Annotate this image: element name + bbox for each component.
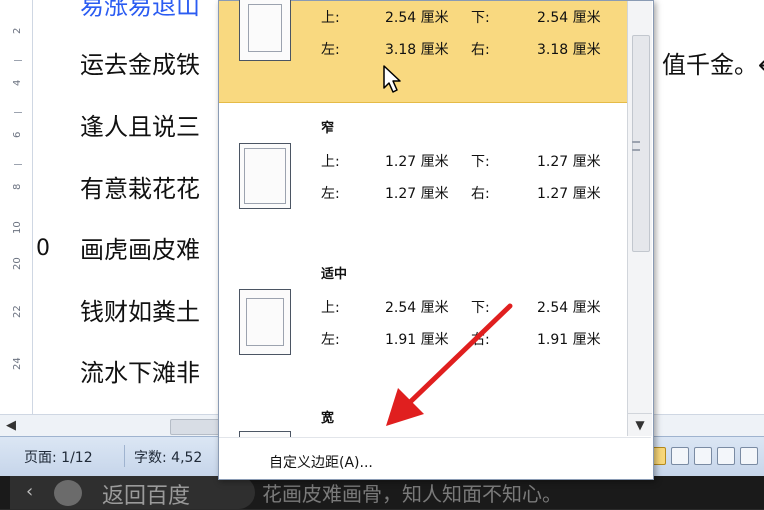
ruler-number: 4 bbox=[12, 79, 23, 86]
baidu-logo-icon bbox=[54, 480, 82, 506]
bottom-margin-value: 2.54 厘米 bbox=[537, 10, 601, 26]
custom-margins-menu-item[interactable]: 自定义边距(A)... bbox=[219, 437, 651, 478]
margin-preview-icon bbox=[239, 289, 291, 355]
status-divider bbox=[124, 445, 125, 467]
bottom-margin-value: 2.54 厘米 bbox=[537, 300, 601, 316]
ruler-number: 10 bbox=[12, 221, 23, 234]
margin-option-normal[interactable]: 上: 2.54 厘米 下: 2.54 厘米 左: 3.18 厘米 右: 3.18… bbox=[219, 0, 627, 103]
word-count[interactable]: 字数: 4,52 bbox=[134, 447, 202, 467]
document-line: 逢人且说三 bbox=[80, 113, 200, 141]
back-chevron-icon[interactable]: ‹ bbox=[26, 481, 33, 502]
top-margin-value: 1.27 厘米 bbox=[385, 154, 449, 170]
ruler-number: 8 bbox=[12, 183, 23, 190]
view-buttons bbox=[648, 447, 758, 465]
top-margin-label: 上: bbox=[321, 154, 340, 170]
mouse-cursor-icon bbox=[383, 65, 401, 93]
ruler-number: 22 bbox=[12, 305, 23, 318]
back-to-baidu-label[interactable]: 返回百度 bbox=[102, 478, 190, 510]
page-count[interactable]: 页面: 1/12 bbox=[24, 447, 93, 467]
left-margin-label: 左: bbox=[321, 332, 340, 348]
ruler-tick bbox=[14, 164, 22, 165]
option-name: 适中 bbox=[321, 267, 348, 282]
outline-view-icon[interactable] bbox=[717, 447, 735, 465]
scroll-down-icon[interactable]: ▼ bbox=[628, 413, 652, 436]
document-line: 有意栽花花 bbox=[80, 175, 200, 203]
document-line: 钱财如粪土 bbox=[80, 298, 200, 326]
margin-option-narrow[interactable]: 窄 上: 1.27 厘米 下: 1.27 厘米 左: 1.27 厘米 右: 1.… bbox=[219, 103, 627, 247]
ruler-tick bbox=[14, 60, 22, 61]
margin-preview-icon bbox=[239, 143, 291, 209]
top-margin-value: 2.54 厘米 bbox=[385, 10, 449, 26]
dropdown-scrollbar[interactable]: ▼ bbox=[627, 1, 652, 436]
top-margin-label: 上: bbox=[321, 300, 340, 316]
ruler-number: 2 bbox=[12, 27, 23, 34]
document-line: 画虎画皮难 bbox=[80, 236, 200, 264]
document-line: 易涨易退山 bbox=[80, 0, 200, 20]
ruler-number: 24 bbox=[12, 357, 23, 370]
bottom-margin-label: 下: bbox=[471, 10, 490, 26]
right-margin-label: 右: bbox=[471, 42, 490, 58]
option-name: 宽 bbox=[321, 411, 335, 426]
left-margin-label: 左: bbox=[321, 186, 340, 202]
annotation-arrow-icon bbox=[386, 303, 513, 426]
option-name: 窄 bbox=[321, 121, 335, 136]
scroll-grip-icon bbox=[632, 141, 640, 151]
caption-text: 花画皮难画骨，知人知面不知心。 bbox=[262, 482, 562, 506]
ruler-tick bbox=[14, 112, 22, 113]
document-line-end: 值千金。↵ bbox=[662, 51, 764, 79]
right-margin-label: 右: bbox=[471, 186, 490, 202]
ruler-number: 20 bbox=[12, 257, 23, 270]
draft-view-icon[interactable] bbox=[740, 447, 758, 465]
bottom-margin-label: 下: bbox=[471, 154, 490, 170]
margin-preview-icon bbox=[239, 0, 291, 61]
vertical-ruler: 2 4 6 8 10 20 22 24 bbox=[8, 0, 33, 420]
full-screen-reading-icon[interactable] bbox=[671, 447, 689, 465]
right-margin-value: 1.91 厘米 bbox=[537, 332, 601, 348]
ruler-number: 6 bbox=[12, 131, 23, 138]
top-margin-label: 上: bbox=[321, 10, 340, 26]
bottom-margin-value: 1.27 厘米 bbox=[537, 154, 601, 170]
scroll-left-icon[interactable]: ◀ bbox=[6, 418, 16, 433]
document-line: 运去金成铁 bbox=[80, 51, 200, 79]
line-marker: 0 bbox=[36, 236, 50, 261]
custom-margins-label: 自定义边距(A)... bbox=[269, 455, 373, 471]
left-margin-value: 1.27 厘米 bbox=[385, 186, 449, 202]
right-margin-value: 3.18 厘米 bbox=[537, 42, 601, 58]
left-margin-label: 左: bbox=[321, 42, 340, 58]
web-layout-icon[interactable] bbox=[694, 447, 712, 465]
left-margin-value: 3.18 厘米 bbox=[385, 42, 449, 58]
right-margin-value: 1.27 厘米 bbox=[537, 186, 601, 202]
document-line: 流水下滩非 bbox=[80, 359, 200, 387]
